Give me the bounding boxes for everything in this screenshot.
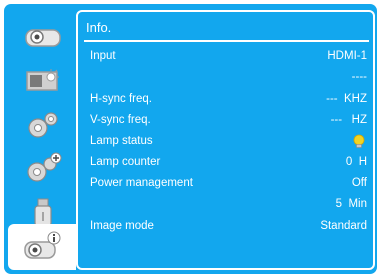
row-image-mode: Image mode Standard — [90, 218, 367, 236]
row-input-detail: ---- — [90, 69, 367, 87]
row-label: Lamp status — [90, 135, 153, 147]
sidebar-item-settings[interactable] — [22, 108, 64, 142]
row-value: ---- — [351, 71, 367, 83]
row-value: --- HZ — [330, 114, 367, 126]
row-value: --- KHZ — [326, 93, 367, 105]
panel-title: Info. — [86, 20, 112, 35]
row-lamp-status: Lamp status — [90, 133, 367, 151]
projector-icon — [25, 29, 61, 47]
row-power-timer: 5 Min — [90, 196, 367, 214]
row-label: Lamp counter — [90, 156, 161, 168]
lamp-bulb-icon — [353, 134, 365, 148]
row-value: 5 Min — [335, 198, 367, 210]
sidebar-item-expanded-settings[interactable] — [22, 152, 64, 186]
row-v-sync: V-sync freq. --- HZ — [90, 112, 367, 130]
row-lamp-counter: Lamp counter 0 H — [90, 154, 367, 172]
menu-sidebar — [8, 8, 76, 270]
row-label: Image mode — [90, 220, 154, 232]
projector-osd-menu: Info. Input HDMI-1 ---- H-sync freq. ---… — [4, 4, 377, 274]
row-value: HDMI-1 — [327, 50, 367, 62]
projector-info-icon — [24, 231, 61, 259]
row-label: Power management — [90, 177, 193, 189]
row-input: Input HDMI-1 — [90, 48, 367, 66]
row-label: V-sync freq. — [90, 114, 151, 126]
image-adjust-icon — [26, 69, 59, 91]
row-value: Off — [351, 177, 367, 189]
info-panel: Info. Input HDMI-1 ---- H-sync freq. ---… — [76, 10, 375, 270]
row-power-management: Power management Off — [90, 175, 367, 193]
gear-icon — [28, 112, 58, 138]
title-divider — [84, 40, 369, 42]
row-label: Input — [90, 50, 116, 62]
sidebar-item-display[interactable] — [22, 20, 64, 54]
row-value: 0 H — [345, 156, 367, 168]
row-label: H-sync freq. — [90, 93, 152, 105]
gear-plus-icon — [27, 152, 62, 182]
sidebar-item-image[interactable] — [22, 64, 64, 98]
row-value: Standard — [320, 220, 367, 232]
sidebar-item-info[interactable] — [8, 224, 76, 270]
row-h-sync: H-sync freq. --- KHZ — [90, 91, 367, 109]
